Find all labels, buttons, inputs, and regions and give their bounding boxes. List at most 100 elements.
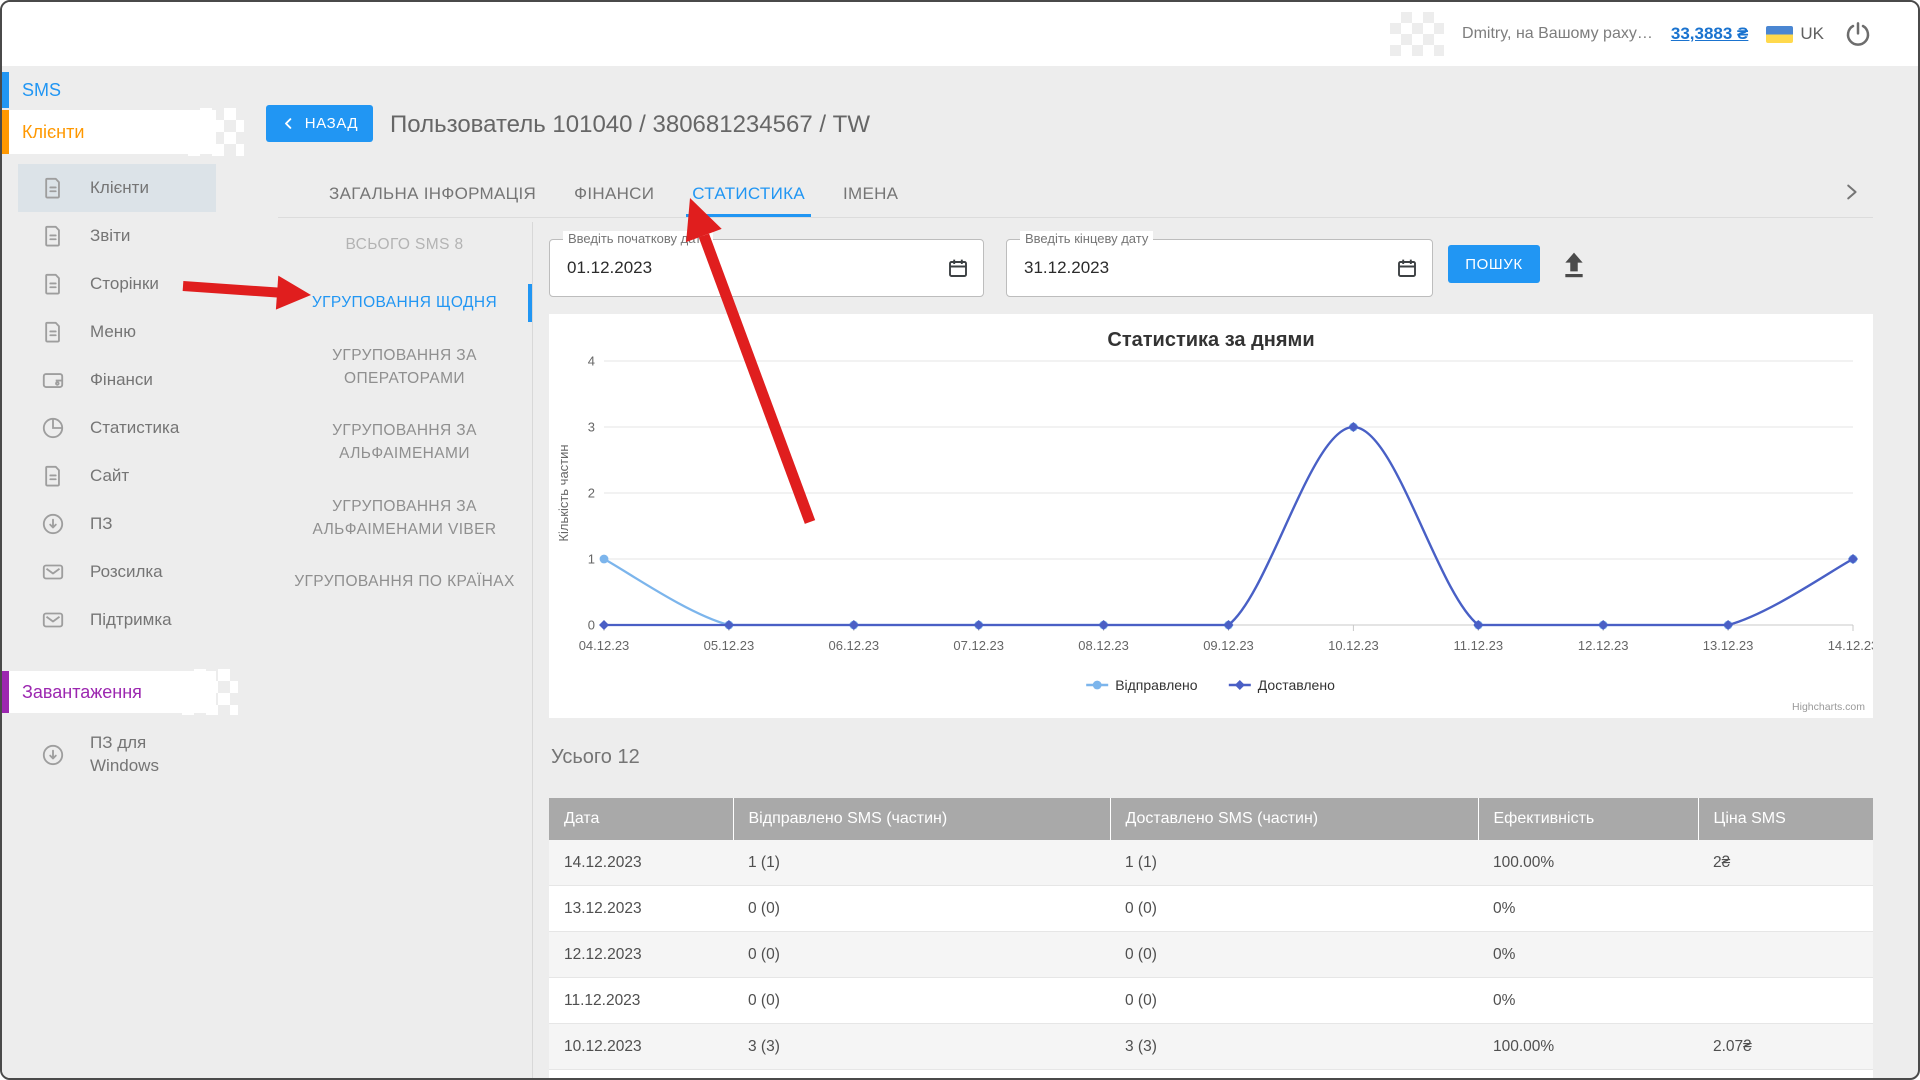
subnav-item-2[interactable]: УГРУПОВАННЯ ЩОДНЯ [278,288,531,317]
subnav-item-3[interactable]: УГРУПОВАННЯ ЗА ОПЕРАТОРАМИ [278,341,531,394]
calendar-icon[interactable] [1395,256,1419,280]
x-axis-tick-label: 10.12.23 [1328,638,1379,653]
data-point-marker [724,620,734,630]
table-cell: 2₴ [1698,840,1873,886]
table-cell: 0 (0) [733,886,1110,932]
checker-decoration [1390,12,1444,56]
x-axis-tick-label: 06.12.23 [828,638,879,653]
subnav-item-4[interactable]: УГРУПОВАННЯ ЗА АЛЬФАІМЕНАМИ [278,416,531,469]
tabs-scroll-right-icon[interactable] [1840,178,1862,206]
sidebar-section-sms[interactable]: SMS [2,72,216,108]
tab-3[interactable]: СТАТИСТИКА [692,170,805,217]
sidebar-item-4[interactable]: Меню [2,308,216,356]
envelope-icon [40,607,66,633]
x-axis-tick-label: 11.12.23 [1453,638,1503,653]
table-column-header: Дата [549,798,733,840]
table-cell: 0 (0) [1110,886,1478,932]
balance-link[interactable]: 33,3883 ₴ [1671,24,1749,44]
data-point-marker [1723,620,1733,630]
end-date-input[interactable]: Введіть кінцеву дату 31.12.2023 [1006,239,1433,297]
legend-label: Відправлено [1115,677,1198,693]
daily-statistics-table: ДатаВідправлено SMS (частин)Доставлено S… [549,798,1873,1080]
table-cell: 0 (0) [1110,978,1478,1024]
tab-2[interactable]: ФІНАНСИ [574,170,654,217]
download-icon [40,742,66,768]
document-icon [40,175,66,201]
data-point-marker [600,555,609,564]
table-row: 11.12.20230 (0)0 (0)0% [549,978,1873,1024]
table-total-label: Усього 12 [551,746,640,769]
sidebar-item-label: Сторінки [90,274,159,294]
subnav-item-6[interactable]: УГРУПОВАННЯ ПО КРАЇНАХ [278,567,531,596]
search-button[interactable]: ПОШУК [1448,245,1540,283]
table-cell: 100.00% [1478,1024,1698,1070]
table-cell: 0 (0) [733,932,1110,978]
sidebar-item-6[interactable]: Статистика [2,404,216,452]
chart-title: Статистика за днями [1107,329,1314,351]
back-button[interactable]: НАЗАД [266,105,373,142]
x-axis-tick-label: 07.12.23 [953,638,1004,653]
sidebar-nav: КлієнтиЗвіти Сторінки Меню Фінанси Статистик… [2,164,216,644]
tab-4[interactable]: ІМЕНА [843,170,898,217]
sidebar: SMS Клієнти КлієнтиЗвітиСторінкиМенюФіна… [2,66,216,1078]
sidebar-item-pz-windows[interactable]: ПЗ для Windows [2,732,216,778]
sidebar-item-10[interactable]: Підтримка [2,596,216,644]
table-cell: 13.12.2023 [549,886,733,932]
sidebar-item-label: ПЗ [90,514,113,534]
sidebar-item-7[interactable]: Сайт [2,452,216,500]
data-point-marker [1348,422,1358,432]
x-axis-tick-label: 13.12.23 [1703,638,1754,653]
logout-power-icon[interactable] [1842,18,1874,50]
data-point-marker [1099,620,1109,630]
clients-section-bar [2,110,9,154]
subnav-item-5[interactable]: УГРУПОВАННЯ ЗА АЛЬФАІМЕНАМИ VIBER [278,492,531,545]
pie-chart-icon [40,415,66,441]
y-axis-tick-label: 4 [588,354,595,369]
checker-decoration [182,669,238,715]
checker-decoration [188,108,244,156]
sidebar-item-2[interactable]: Звіти [2,212,216,260]
language-label: UK [1800,24,1824,44]
table-cell: 0% [1478,932,1698,978]
legend-item-Доставлено[interactable]: Доставлено [1229,677,1335,693]
calendar-icon[interactable] [946,256,970,280]
sidebar-item-3[interactable]: Сторінки [2,260,216,308]
content-divider [532,222,533,1078]
data-point-marker [1093,681,1102,690]
table-row-partial [549,1070,1873,1080]
downloads-section-bar [2,671,9,713]
header-user-area: Dmitry, на Вашому раху… 33,3883 ₴ UK [1390,2,1874,66]
series-Доставлено [599,422,1858,630]
table-header: ДатаВідправлено SMS (частин)Доставлено S… [549,798,1873,840]
tab-bar: ЗАГАЛЬНА ІНФОРМАЦІЯ ФІНАНСИ СТАТИСТИКА ІМЕН… [329,170,898,217]
sidebar-item-label: Статистика [90,418,179,438]
daily-statistics-chart: Статистика за днями0123404.12.2305.12.23… [549,314,1873,718]
x-axis-tick-label: 08.12.23 [1078,638,1129,653]
legend-label: Доставлено [1258,677,1335,693]
sidebar-item-9[interactable]: Розсилка [2,548,216,596]
sidebar-section-clients[interactable]: Клієнти [2,110,216,154]
data-point-marker [974,620,984,630]
export-upload-icon[interactable] [1556,246,1592,282]
sms-section-bar [2,72,9,108]
statistics-subnav: ВСЬОГО SMS 8УГРУПОВАННЯ ЩОДНЯУГРУПОВАННЯ… [278,230,531,596]
page-title: Пользователь 101040 / 380681234567 / TW [390,106,870,143]
start-date-input[interactable]: Введіть початкову дату 01.12.2023 [549,239,984,297]
sidebar-item-label: Фінанси [90,370,153,390]
sidebar-item-label: Підтримка [90,610,172,630]
language-switcher[interactable]: UK [1766,24,1824,44]
x-axis-tick-label: 14.12.23 [1828,638,1873,653]
chart-credits: Highcharts.com [1792,701,1865,713]
legend-item-Відправлено[interactable]: Відправлено [1086,677,1198,693]
sidebar-item-label: Розсилка [90,562,163,582]
y-axis-tick-label: 0 [588,618,595,633]
sidebar-item-5[interactable]: Фінанси [2,356,216,404]
sidebar-item-8[interactable]: ПЗ [2,500,216,548]
app-window: Dmitry, на Вашому раху… 33,3883 ₴ UK SMS… [0,0,1920,1080]
table-cell: 0 (0) [1110,932,1478,978]
tab-1[interactable]: ЗАГАЛЬНА ІНФОРМАЦІЯ [329,170,536,217]
sidebar-item-1[interactable]: Клієнти [2,164,216,212]
y-axis-tick-label: 3 [588,420,595,435]
table-cell: 0% [1478,886,1698,932]
table-cell: 11.12.2023 [549,978,733,1024]
